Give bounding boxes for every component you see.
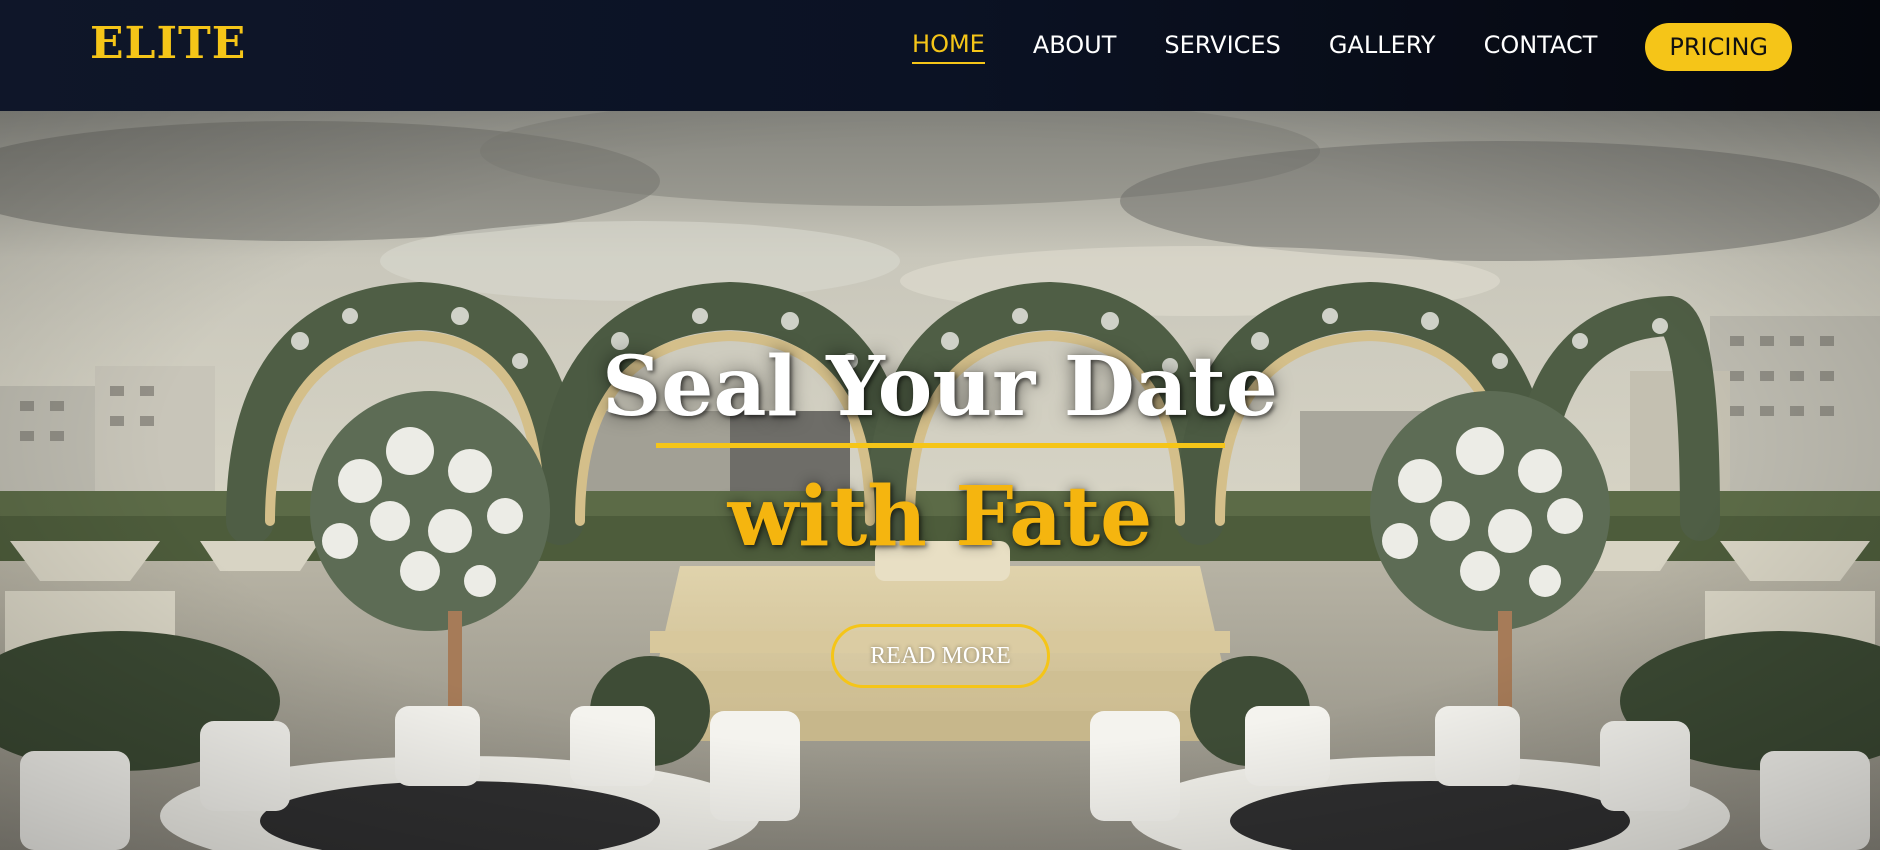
nav-link-home[interactable]: HOME bbox=[912, 30, 985, 64]
navbar: ELITE HOME ABOUT SERVICES GALLERY CONTAC… bbox=[0, 0, 1880, 111]
nav-link-about[interactable]: ABOUT bbox=[1033, 31, 1117, 63]
nav-links: HOME ABOUT SERVICES GALLERY CONTACT PRIC… bbox=[912, 23, 1792, 71]
nav-link-gallery[interactable]: GALLERY bbox=[1329, 31, 1436, 63]
hero-title-underline bbox=[656, 443, 1225, 448]
hero-section: Seal Your Date with Fate READ MORE bbox=[0, 111, 1880, 850]
hero-content: Seal Your Date with Fate READ MORE bbox=[0, 111, 1880, 850]
logo[interactable]: ELITE bbox=[90, 18, 246, 69]
hero-title-line-1: Seal Your Date bbox=[602, 339, 1278, 435]
pricing-button[interactable]: PRICING bbox=[1645, 23, 1792, 71]
nav-link-services[interactable]: SERVICES bbox=[1164, 31, 1280, 63]
nav-link-contact[interactable]: CONTACT bbox=[1484, 31, 1598, 63]
read-more-button[interactable]: READ MORE bbox=[831, 624, 1050, 688]
hero-title-line-2: with Fate bbox=[727, 469, 1153, 565]
